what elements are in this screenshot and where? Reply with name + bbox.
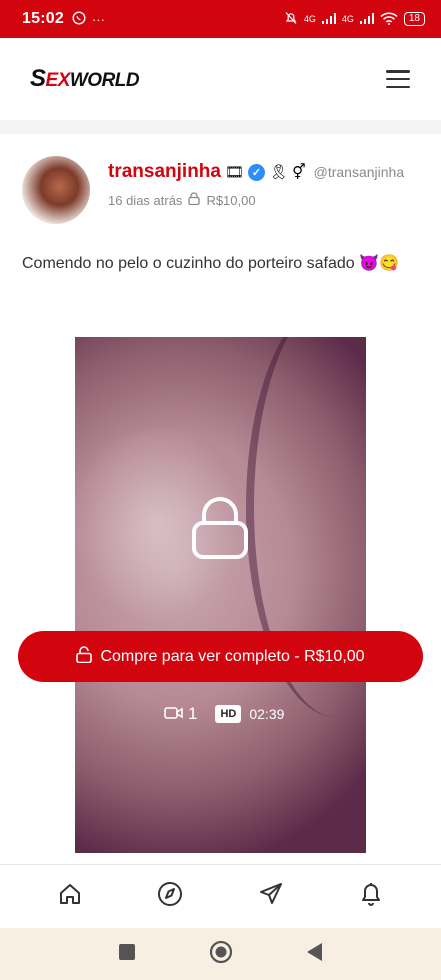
header-divider (0, 120, 441, 134)
username[interactable]: transanjinha (108, 161, 221, 183)
network-label-1: 4G (303, 14, 316, 24)
system-navigation-bar (0, 928, 441, 980)
media-preview[interactable] (75, 337, 366, 853)
hd-badge: HD (215, 705, 242, 723)
bottom-navigation (0, 864, 441, 928)
post-time: 16 dias atrás (108, 192, 183, 208)
buy-button-label: Compre para ver completo - R$10,00 (100, 647, 365, 665)
gender-badge-icon: ⚥ (292, 164, 306, 181)
mute-icon (284, 11, 298, 27)
home-icon (58, 882, 82, 911)
signal-icon (321, 12, 336, 26)
video-count: 1 (188, 704, 198, 723)
more-icon: ··· (91, 11, 105, 27)
post-caption: Comendo no pelo o cuzinho do porteiro sa… (22, 255, 399, 272)
back-button[interactable] (306, 942, 323, 966)
nav-home[interactable] (56, 883, 84, 911)
bell-icon (359, 881, 383, 912)
post-price: R$10,00 (206, 192, 256, 208)
video-duration: 02:39 (249, 706, 285, 722)
hamburger-menu-button[interactable] (386, 70, 410, 88)
media-info: 1 HD 02:39 (164, 704, 284, 724)
avatar[interactable] (22, 156, 90, 224)
video-camera-icon (164, 706, 184, 723)
app-header: SEXWORLD (0, 38, 441, 120)
ribbon-badge-icon: 🎗 (269, 164, 289, 181)
verified-icon: ✓ (248, 163, 266, 181)
post-meta: 16 dias atrás R$10,00 (108, 192, 256, 208)
lock-icon (192, 497, 248, 559)
unlock-icon (76, 645, 93, 668)
status-time: 15:02 (22, 10, 64, 27)
nav-notifications[interactable] (357, 883, 385, 911)
user-handle[interactable]: @transanjinha (314, 164, 405, 180)
site-logo[interactable]: SEXWORLD (30, 65, 140, 93)
post-author-row: transanjinha 🎞 ✓ 🎗 ⚥ @transanjinha (108, 161, 404, 183)
nav-messages[interactable] (257, 883, 285, 911)
buy-button[interactable]: Compre para ver completo - R$10,00 (18, 631, 423, 682)
wifi-icon (380, 12, 398, 27)
status-bar: 15:02 ··· 4G 4G 18 (0, 0, 441, 38)
whatsapp-icon (72, 10, 86, 28)
battery-indicator: 18 (403, 12, 425, 26)
nav-explore[interactable] (156, 881, 184, 912)
send-icon (259, 882, 283, 911)
signal-icon (359, 12, 374, 26)
lock-icon (188, 192, 201, 208)
compass-icon (157, 881, 183, 912)
network-label-2: 4G (341, 14, 354, 24)
home-button[interactable] (209, 940, 233, 969)
recent-apps-button[interactable] (118, 943, 135, 965)
film-badge-icon: 🎞 (224, 164, 245, 181)
